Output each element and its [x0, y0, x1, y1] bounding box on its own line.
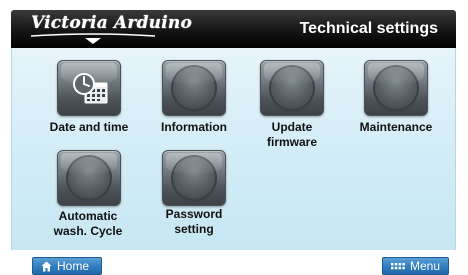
home-button-label: Home	[57, 259, 90, 273]
update-firmware-button[interactable]	[260, 60, 324, 116]
information-label[interactable]: Information	[152, 120, 236, 135]
menu-button-label: Menu	[410, 259, 441, 273]
header-bar: Victoria Arduino Technical settings	[11, 10, 456, 48]
calendar-clock-icon	[73, 73, 108, 104]
page-title: Technical settings	[299, 20, 438, 37]
date-and-time-label[interactable]: Date and time	[48, 120, 130, 135]
brand-logo: Victoria Arduino	[31, 13, 192, 33]
brand-swoosh-icon	[30, 33, 156, 44]
round-button-icon	[173, 67, 215, 109]
home-button[interactable]: Home	[32, 257, 102, 275]
round-button-icon	[68, 157, 110, 199]
update-firmware-label-line1: Update	[271, 120, 313, 134]
password-setting-label[interactable]: Password setting	[152, 207, 236, 237]
home-icon	[41, 261, 52, 272]
automatic-wash-cycle-label[interactable]: Automatic wash. Cycle	[44, 209, 132, 239]
automatic-wash-cycle-button[interactable]	[57, 150, 121, 206]
maintenance-label[interactable]: Maintenance	[352, 120, 440, 135]
update-firmware-label-line2: firmware	[266, 135, 318, 149]
password-setting-label-line2: setting	[174, 222, 214, 236]
update-firmware-label[interactable]: Update firmware	[250, 120, 334, 150]
round-button-icon	[271, 67, 313, 109]
automatic-wash-cycle-label-line1: Automatic	[58, 209, 118, 223]
maintenance-button[interactable]	[364, 60, 428, 116]
date-and-time-button[interactable]	[57, 60, 121, 116]
information-button[interactable]	[162, 60, 226, 116]
round-button-icon	[375, 67, 417, 109]
settings-grid: Date and time Information Update firmwar…	[11, 48, 456, 250]
menu-grid-icon	[391, 263, 405, 270]
round-button-icon	[173, 157, 215, 199]
password-setting-button[interactable]	[162, 150, 226, 206]
technical-settings-screen: Victoria Arduino Technical settings Date…	[0, 0, 468, 275]
password-setting-label-line1: Password	[165, 207, 223, 221]
automatic-wash-cycle-label-line2: wash. Cycle	[53, 224, 123, 238]
menu-button[interactable]: Menu	[382, 257, 449, 275]
